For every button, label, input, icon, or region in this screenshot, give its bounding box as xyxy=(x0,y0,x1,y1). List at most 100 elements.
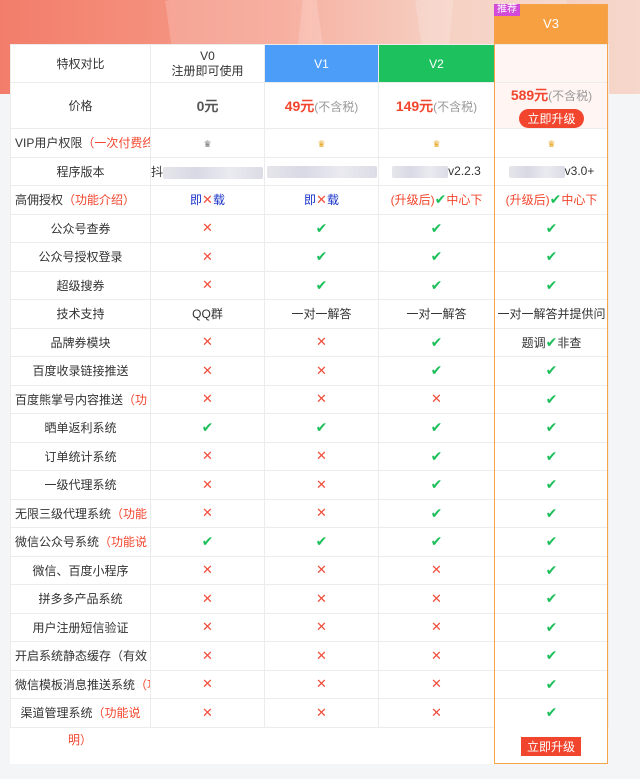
cross-icon: ✕ xyxy=(202,448,213,464)
feature-note-link[interactable]: （功能 xyxy=(111,507,147,521)
check-icon: ✔ xyxy=(545,390,558,407)
check-icon: ✔ xyxy=(201,533,214,550)
cross-icon: ✕ xyxy=(316,192,327,208)
cell: ✕ xyxy=(264,584,379,614)
cell: ✔ xyxy=(494,213,609,243)
row-label: 公众号授权登录 xyxy=(10,242,151,272)
cell: ✔ xyxy=(378,413,495,443)
price-label: 价格 xyxy=(10,82,151,129)
table-row: 微信公众号系统（功能说 ✔ ✔ ✔ ✔ xyxy=(10,527,609,557)
cell-text: 中心下 xyxy=(561,193,598,208)
table-row: 高佣授权（功能介绍） 即✕载 即✕载 (升级后)✔中心下 (升级后)✔中心下 xyxy=(10,185,609,215)
row-label: 品牌券模块 xyxy=(10,327,151,357)
check-icon: ✔ xyxy=(430,276,443,293)
upgrade-button-bottom[interactable]: 立即升级 xyxy=(520,737,581,756)
row-label: 用户注册短信验证 xyxy=(10,612,151,642)
cell: 即✕载 xyxy=(264,185,379,215)
feature-note-link[interactable]: （功 xyxy=(123,393,147,407)
price-v2: 149元(不含税) xyxy=(378,82,495,129)
row-label-text: 无限三级代理系统 xyxy=(15,506,112,521)
check-icon: ✔ xyxy=(430,504,443,521)
cell: ✕ xyxy=(264,470,379,500)
row-label-version: 程序版本 xyxy=(10,156,151,186)
cell: v3.0+ xyxy=(494,156,609,186)
check-icon: ✔ xyxy=(315,248,328,265)
cross-icon: ✕ xyxy=(316,448,327,464)
check-icon: ✔ xyxy=(315,219,328,236)
row-label-text: 百度熊掌号内容推送 xyxy=(15,392,124,407)
table-row: 微信、百度小程序 ✕ ✕ ✕ ✔ xyxy=(10,555,609,585)
cell: ✔ xyxy=(378,327,495,357)
check-icon: ✔ xyxy=(545,476,558,493)
cell: ✔ xyxy=(378,441,495,471)
cell-text: 即 xyxy=(190,193,203,208)
cross-icon: ✕ xyxy=(316,676,327,692)
vip-note-link[interactable]: （一次付费终 xyxy=(82,136,149,150)
cell: ✔ xyxy=(494,470,609,500)
check-icon: ✔ xyxy=(549,191,562,208)
cell: ✕ xyxy=(378,584,495,614)
row-label: 渠道管理系统（功能说 xyxy=(10,698,151,728)
table-row: VIP用户权限（一次付费终 ♛ ♛ ♛ ♛ xyxy=(10,128,609,158)
cross-icon: ✕ xyxy=(202,590,213,606)
cell: ✔ xyxy=(378,527,495,557)
cell: ✕ xyxy=(264,441,379,471)
check-icon: ✔ xyxy=(430,419,443,436)
cell: ✔ xyxy=(264,270,379,300)
cell: ✔ xyxy=(378,470,495,500)
check-icon: ✔ xyxy=(315,276,328,293)
check-icon: ✔ xyxy=(545,704,558,721)
blurred-text xyxy=(163,166,264,179)
check-icon: ✔ xyxy=(434,191,447,208)
cell: ✔ xyxy=(494,441,609,471)
feature-note-link[interactable]: （功能说 xyxy=(93,706,141,720)
feature-note-link[interactable]: （功能说 xyxy=(99,535,147,549)
price-note: (不含税) xyxy=(433,99,478,114)
check-icon: ✔ xyxy=(545,419,558,436)
header-label: 特权对比 xyxy=(10,44,151,83)
upgrade-button-v3[interactable]: 立即升级 xyxy=(519,109,584,128)
cell: ✕ xyxy=(378,669,495,699)
cross-icon: ✕ xyxy=(431,590,442,606)
cross-icon: ✕ xyxy=(316,590,327,606)
cell: ✕ xyxy=(150,669,265,699)
cell: ✔ xyxy=(494,641,609,671)
check-icon: ✔ xyxy=(545,248,558,265)
check-icon: ✔ xyxy=(545,219,558,236)
cross-icon: ✕ xyxy=(431,619,442,635)
cell: QQ群 xyxy=(150,299,265,329)
cell: ✔ xyxy=(378,242,495,272)
check-icon: ✔ xyxy=(430,533,443,550)
cell: ✕ xyxy=(264,498,379,528)
cell: ✔ xyxy=(494,612,609,642)
table-row: 无限三级代理系统（功能 ✕ ✕ ✔ ✔ xyxy=(10,498,609,528)
cross-icon: ✕ xyxy=(202,362,213,378)
row-label-text: 微信公众号系统 xyxy=(15,535,100,550)
cell: ✕ xyxy=(150,612,265,642)
cell: ✕ xyxy=(150,698,265,728)
cross-icon: ✕ xyxy=(202,676,213,692)
table-row: 超级搜券 ✕ ✔ ✔ ✔ xyxy=(10,270,609,300)
price-row: 价格 0元 49元(不含税) 149元(不含税) 589元(不含税) 立即升级 xyxy=(10,82,609,129)
check-icon: ✔ xyxy=(545,561,558,578)
row-label: 公众号查券 xyxy=(10,213,151,243)
table-row: 百度熊掌号内容推送（功 ✕ ✕ ✕ ✔ xyxy=(10,384,609,414)
cross-icon: ✕ xyxy=(202,334,213,350)
cell-text: 即 xyxy=(304,193,317,208)
row-label: 订单统计系统 xyxy=(10,441,151,471)
check-icon: ✔ xyxy=(430,248,443,265)
cross-icon: ✕ xyxy=(202,704,213,720)
row-label: 百度收录链接推送 xyxy=(10,356,151,386)
price-note: (不含税) xyxy=(548,89,593,103)
cell: v2.2.3 xyxy=(378,156,495,186)
cross-icon: ✕ xyxy=(316,647,327,663)
feature-note-continuation[interactable]: 明） xyxy=(68,731,92,748)
check-icon: ✔ xyxy=(545,504,558,521)
yongjin-intro-link[interactable]: （功能介绍） xyxy=(63,193,135,207)
cell: ✕ xyxy=(378,641,495,671)
row-label: 微信公众号系统（功能说 xyxy=(10,527,151,557)
recommended-badge: 推荐 xyxy=(494,4,520,16)
cell: ✕ xyxy=(264,384,379,414)
feature-note-link[interactable]: （功 xyxy=(135,678,149,692)
row-label-yongjin: 高佣授权（功能介绍） xyxy=(10,185,151,215)
